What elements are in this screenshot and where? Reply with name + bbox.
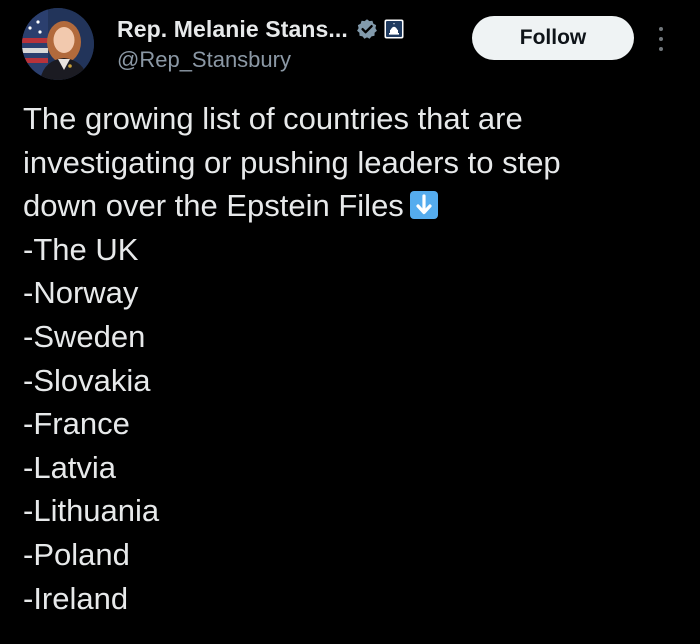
country-list-item: -Ireland bbox=[23, 580, 129, 616]
country-list-item: -France bbox=[23, 406, 130, 442]
follow-button[interactable]: Follow bbox=[472, 16, 634, 60]
country-list-item: -Poland bbox=[23, 536, 130, 572]
avatar-photo bbox=[22, 8, 94, 80]
author-handle[interactable]: @Rep_Stansbury bbox=[117, 47, 291, 73]
down-arrow-emoji-icon bbox=[409, 187, 438, 220]
author-avatar[interactable] bbox=[22, 8, 94, 80]
country-list-item: -Latvia bbox=[23, 449, 117, 485]
more-dot bbox=[659, 27, 663, 31]
tweet-intro-line: The growing list of countries that are bbox=[23, 101, 523, 136]
more-dot bbox=[659, 37, 663, 41]
tweet-intro-line-with-emoji: down over the Epstein Files bbox=[23, 184, 683, 228]
author-display-name[interactable]: Rep. Melanie Stans... bbox=[117, 16, 348, 43]
more-vertical-icon[interactable] bbox=[651, 24, 671, 54]
author-name-row: Rep. Melanie Stans... bbox=[117, 14, 404, 44]
tweet-intro-line: down over the Epstein Files bbox=[23, 188, 404, 224]
country-list-item: -Sweden bbox=[23, 318, 146, 354]
government-capitol-icon bbox=[384, 19, 404, 39]
country-list-item: -The UK bbox=[23, 231, 139, 267]
tweet-intro-line: investigating or pushing leaders to step bbox=[23, 144, 561, 180]
tweet-header: Rep. Melanie Stans... @Rep_Stansbury Fol… bbox=[0, 0, 700, 90]
country-list-item: -Slovakia bbox=[23, 362, 151, 398]
country-list-item: -Norway bbox=[23, 275, 139, 311]
verified-check-icon bbox=[356, 18, 378, 40]
country-list-item: -Lithuania bbox=[23, 493, 160, 529]
tweet-text: The growing list of countries that are i… bbox=[23, 97, 683, 620]
more-dot bbox=[659, 47, 663, 51]
